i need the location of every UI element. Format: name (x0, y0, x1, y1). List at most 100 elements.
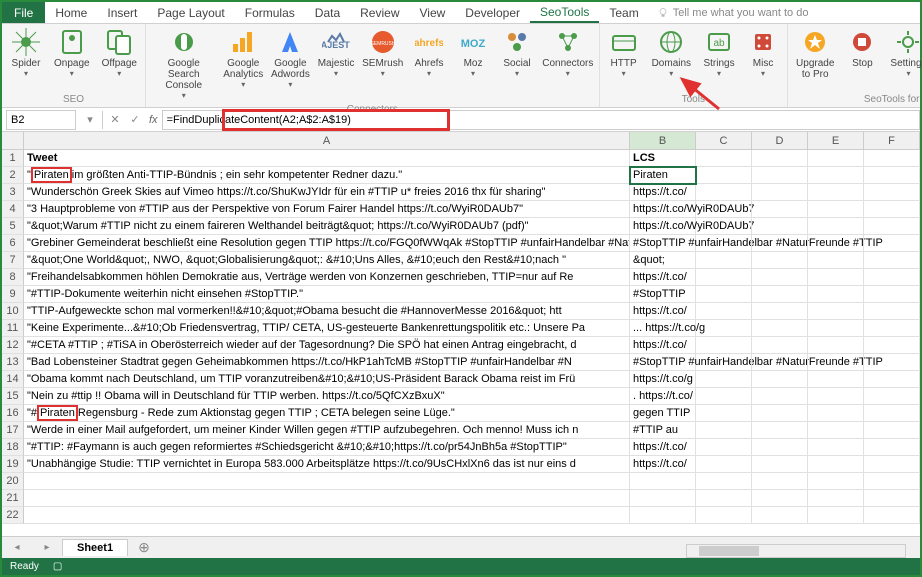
cell-E5[interactable] (808, 218, 864, 235)
col-header-C[interactable]: C (696, 132, 752, 149)
cell-F10[interactable] (864, 303, 920, 320)
tab-page-layout[interactable]: Page Layout (147, 2, 234, 23)
cell-C12[interactable] (696, 337, 752, 354)
cell-D11[interactable] (752, 320, 808, 337)
row-header[interactable]: 5 (2, 218, 24, 235)
cell-E3[interactable] (808, 184, 864, 201)
cell-F12[interactable] (864, 337, 920, 354)
cell-A5[interactable]: "&quot;Warum #TTIP nicht zu einem fairer… (24, 218, 630, 235)
row-header[interactable]: 14 (2, 371, 24, 388)
cell-D6[interactable] (752, 235, 808, 252)
cell-D1[interactable] (752, 150, 808, 167)
cell-D16[interactable] (752, 405, 808, 422)
ribbon-ga[interactable]: GoogleAnalytics▾ (223, 26, 263, 91)
cell-C17[interactable] (696, 422, 752, 439)
cell-E10[interactable] (808, 303, 864, 320)
ribbon-stop[interactable]: Stop (844, 26, 880, 71)
cell-D8[interactable] (752, 269, 808, 286)
cell-B18[interactable]: https://t.co/ (630, 439, 696, 456)
cell-F15[interactable] (864, 388, 920, 405)
cell-E15[interactable] (808, 388, 864, 405)
cell-E21[interactable] (808, 490, 864, 507)
cell-C11[interactable] (696, 320, 752, 337)
ribbon-social[interactable]: Social▾ (499, 26, 535, 80)
cell-C9[interactable] (696, 286, 752, 303)
cell-F2[interactable] (864, 167, 920, 184)
cell-D20[interactable] (752, 473, 808, 490)
cell-A19[interactable]: "Unabhängige Studie: TTIP vernichtet in … (24, 456, 630, 473)
enter-formula-button[interactable]: ✓ (125, 113, 145, 126)
cell-F8[interactable] (864, 269, 920, 286)
cell-D9[interactable] (752, 286, 808, 303)
ribbon-connectors[interactable]: Connectors▾ (543, 26, 593, 80)
row-header[interactable]: 9 (2, 286, 24, 303)
cell-C21[interactable] (696, 490, 752, 507)
cell-B11[interactable]: ... https://t.co/g (630, 320, 696, 337)
row-header[interactable]: 11 (2, 320, 24, 337)
cell-E11[interactable] (808, 320, 864, 337)
cell-B13[interactable]: #StopTTIP #unfairHandelbar #NaturFreunde… (630, 354, 696, 371)
cell-B17[interactable]: #TTIP au (630, 422, 696, 439)
cell-C13[interactable] (696, 354, 752, 371)
row-header[interactable]: 18 (2, 439, 24, 456)
cell-C20[interactable] (696, 473, 752, 490)
cell-B14[interactable]: https://t.co/g (630, 371, 696, 388)
cell-E4[interactable] (808, 201, 864, 218)
cell-B9[interactable]: #StopTTIP (630, 286, 696, 303)
row-header[interactable]: 19 (2, 456, 24, 473)
name-box[interactable]: B2 (6, 110, 76, 130)
ribbon-gsc[interactable]: Google SearchConsole▾ (152, 26, 215, 102)
cell-E9[interactable] (808, 286, 864, 303)
tab-view[interactable]: View (410, 2, 456, 23)
cell-B22[interactable] (630, 507, 696, 524)
cell-F14[interactable] (864, 371, 920, 388)
cell-A17[interactable]: "Werde in einer Mail aufgefordert, um me… (24, 422, 630, 439)
cell-E8[interactable] (808, 269, 864, 286)
row-header[interactable]: 17 (2, 422, 24, 439)
cell-E19[interactable] (808, 456, 864, 473)
cell-A11[interactable]: "Keine Experimente...&#10;Ob Friedensver… (24, 320, 630, 337)
cell-A6[interactable]: "Grebiner Gemeinderat beschließt eine Re… (24, 235, 630, 252)
cell-B16[interactable]: gegen TTIP (630, 405, 696, 422)
cell-A21[interactable] (24, 490, 630, 507)
tab-formulas[interactable]: Formulas (235, 2, 305, 23)
cell-B15[interactable]: . https://t.co/ (630, 388, 696, 405)
cell-A1[interactable]: Tweet (24, 150, 630, 167)
cell-E14[interactable] (808, 371, 864, 388)
row-header[interactable]: 1 (2, 150, 24, 167)
ribbon-offpage[interactable]: Offpage▾ (100, 26, 139, 80)
horizontal-scrollbar[interactable] (686, 544, 906, 558)
cell-A20[interactable] (24, 473, 630, 490)
cell-B3[interactable]: https://t.co/ (630, 184, 696, 201)
cell-B10[interactable]: https://t.co/ (630, 303, 696, 320)
cell-D3[interactable] (752, 184, 808, 201)
tab-developer[interactable]: Developer (455, 2, 530, 23)
cell-B1[interactable]: LCS (630, 150, 696, 167)
cell-E6[interactable] (808, 235, 864, 252)
cell-E12[interactable] (808, 337, 864, 354)
col-header-B[interactable]: B (630, 132, 696, 149)
row-header[interactable]: 12 (2, 337, 24, 354)
add-sheet-button[interactable]: ⊕ (138, 539, 150, 556)
cell-B12[interactable]: https://t.co/ (630, 337, 696, 354)
ribbon-spider[interactable]: Spider▾ (8, 26, 44, 80)
cell-A13[interactable]: "Bad Lobensteiner Stadtrat gegen Geheima… (24, 354, 630, 371)
cell-B7[interactable]: &quot; (630, 252, 696, 269)
select-all-cells[interactable] (2, 132, 24, 149)
cell-C16[interactable] (696, 405, 752, 422)
cell-F20[interactable] (864, 473, 920, 490)
ribbon-strings[interactable]: abStrings▾ (701, 26, 737, 80)
cell-F19[interactable] (864, 456, 920, 473)
cell-E22[interactable] (808, 507, 864, 524)
cell-D7[interactable] (752, 252, 808, 269)
row-header[interactable]: 20 (2, 473, 24, 490)
cell-D4[interactable] (752, 201, 808, 218)
row-header[interactable]: 6 (2, 235, 24, 252)
name-box-dropdown[interactable]: ▾ (80, 113, 100, 126)
cell-C14[interactable] (696, 371, 752, 388)
formula-input[interactable]: =FindDuplicateContent(A2;A$2:A$19) (162, 110, 920, 130)
ribbon-adwords[interactable]: GoogleAdwords▾ (271, 26, 310, 91)
row-header[interactable]: 16 (2, 405, 24, 422)
row-header[interactable]: 8 (2, 269, 24, 286)
cell-C5[interactable] (696, 218, 752, 235)
